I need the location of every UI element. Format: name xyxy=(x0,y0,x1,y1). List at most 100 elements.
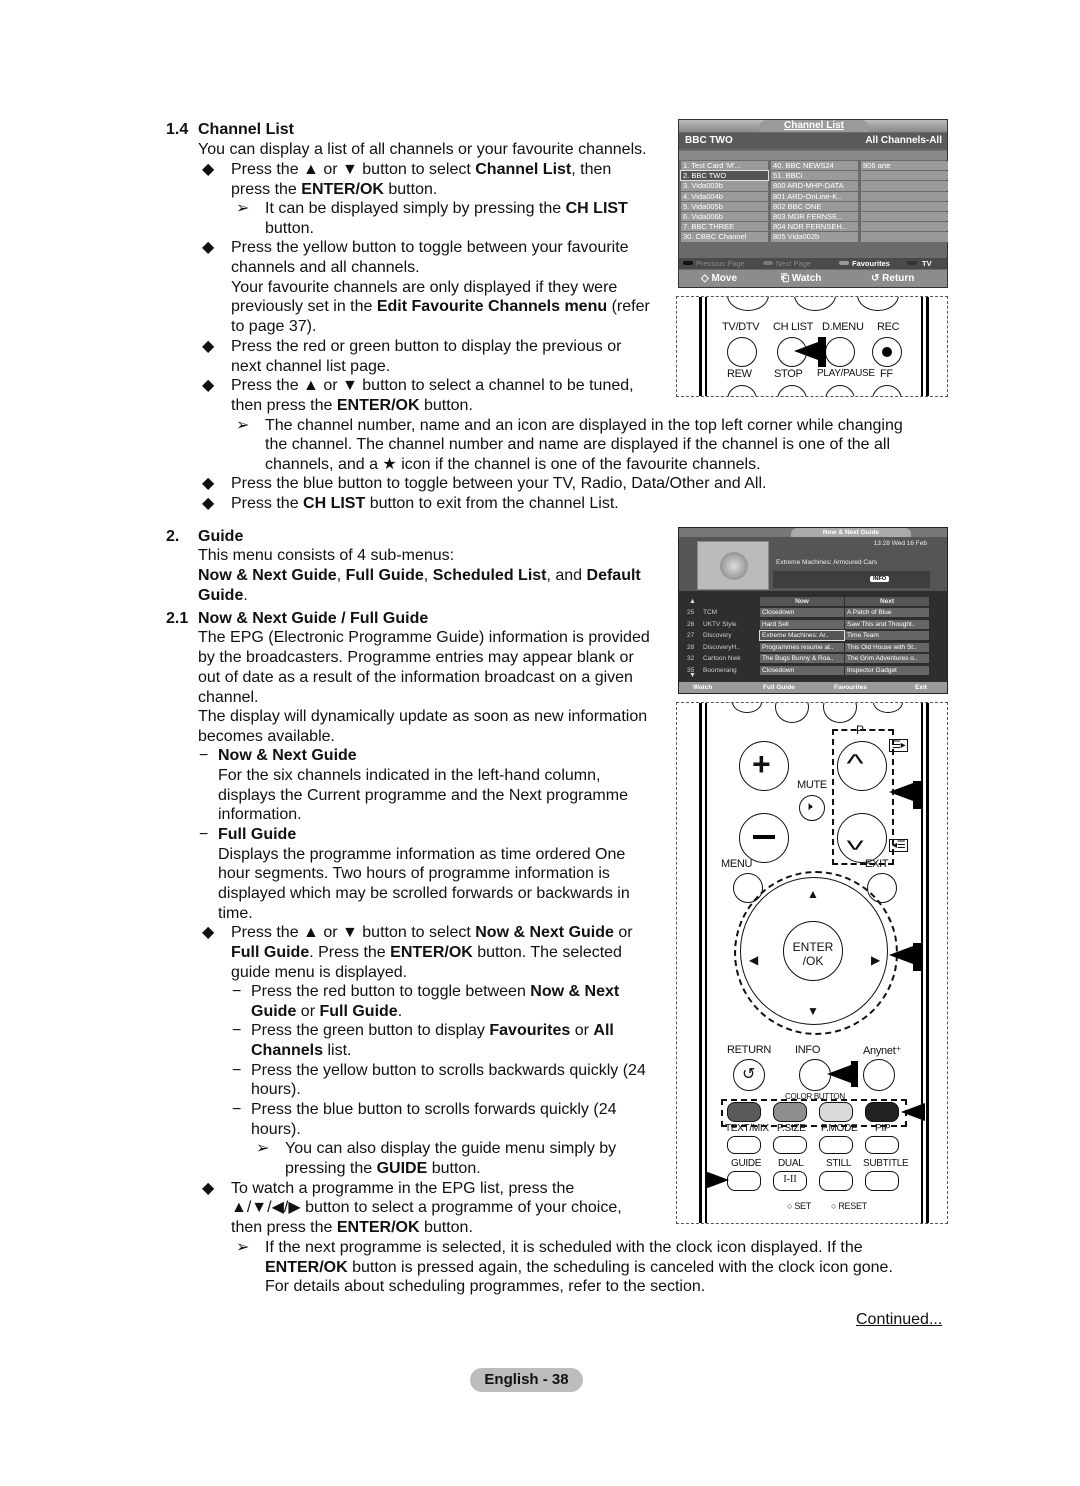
section-number: 2. xyxy=(166,528,180,545)
now-programme[interactable]: Closedown xyxy=(760,608,844,617)
current-channel: BBC TWO xyxy=(685,135,733,146)
channel-up-button[interactable]: ^ xyxy=(837,741,887,791)
dpad-up-icon[interactable]: ▲ xyxy=(807,887,819,901)
channel-item[interactable]: 804 NDR FERNSEH.. xyxy=(771,222,858,232)
chevron-down-icon: ^ xyxy=(846,826,864,856)
scroll-up-icon[interactable]: ▲ xyxy=(689,598,696,605)
channel-item[interactable]: 5. Vida005b xyxy=(681,201,768,211)
yellow-button[interactable] xyxy=(819,1102,853,1122)
dash-bullet: − xyxy=(199,747,209,764)
epg-row[interactable]: 27 Discovery Extreme Machines: Ar.. Time Te… xyxy=(679,630,947,642)
next-programme[interactable]: The Grim Adventures o.. xyxy=(845,654,929,664)
enter-ok-button[interactable]: ENTER /OK xyxy=(783,921,843,981)
epg-row[interactable]: 26 UKTV Style Hard Sell Saw This and Though… xyxy=(679,619,947,630)
now-programme[interactable]: Extreme Machines: Ar.. xyxy=(759,630,845,642)
volume-down-button[interactable] xyxy=(739,813,789,863)
dual-button[interactable]: I-II xyxy=(773,1171,807,1191)
epg-row[interactable]: 32 Cartoon Nwk The Bugs Bunny & Roa.. The G… xyxy=(679,654,947,664)
now-programme[interactable]: The Bugs Bunny & Roa.. xyxy=(760,654,844,664)
text-mix-button[interactable] xyxy=(727,1136,761,1154)
blue-button[interactable] xyxy=(865,1102,899,1122)
next-programme[interactable]: Time Team xyxy=(845,631,929,641)
channel-item[interactable]: 7. BBC THREE xyxy=(681,222,768,232)
rew-button[interactable] xyxy=(727,385,757,396)
channel-item[interactable]: 801 ARD-OnLine-K.. xyxy=(771,191,858,201)
channel-item[interactable]: 51. BBCi xyxy=(771,171,858,181)
next-programme[interactable]: Saw This and Thought.. xyxy=(845,619,929,629)
page-down-icon[interactable]: ◂☰ xyxy=(889,839,909,852)
channel-item[interactable]: 803 MDR FERNSE.. xyxy=(771,211,858,222)
note-text: It can be displayed simply by pressing t… xyxy=(265,200,628,217)
anynet-button[interactable] xyxy=(863,1059,895,1091)
green-button[interactable] xyxy=(773,1102,807,1122)
channel-item[interactable]: 806 arte xyxy=(861,161,948,171)
tv-dtv-button[interactable] xyxy=(727,337,757,367)
dpad-left-icon[interactable]: ◀ xyxy=(749,953,758,967)
legend-previous-page: Previous Page xyxy=(696,259,745,268)
bullet-diamond-icon: ◆ xyxy=(202,924,215,941)
next-programme[interactable]: This Old House with St.. xyxy=(845,642,929,652)
epg-row[interactable]: 25 TCM Closedown A Patch of Blue xyxy=(679,608,947,618)
paragraph: displays the Current programme and the N… xyxy=(218,787,628,804)
epg-row[interactable]: 28 DiscoveryH.. Programmes resume at.. This… xyxy=(679,642,947,653)
channel-item[interactable]: 6. Vida006b xyxy=(681,211,768,222)
still-button[interactable] xyxy=(819,1171,853,1191)
return-button[interactable]: ↺ xyxy=(733,1059,765,1091)
p-size-button[interactable] xyxy=(773,1136,807,1154)
mute-button[interactable]: 🕨 xyxy=(799,795,825,821)
channel-item[interactable]: 40. BBC NEWS24 xyxy=(771,161,858,171)
dpad-right-icon[interactable]: ▶ xyxy=(871,953,880,967)
paragraph: displayed which may be scrolled forwards… xyxy=(218,885,630,902)
watch-hint: Watch xyxy=(693,684,713,691)
watch-hint: ⎗ Watch xyxy=(781,273,822,284)
channel-item[interactable]: 802 BBC ONE xyxy=(771,201,858,211)
next-programme[interactable]: Inspector Gadget xyxy=(845,666,929,675)
now-programme[interactable]: Closedown xyxy=(760,666,844,675)
ff-button[interactable] xyxy=(873,703,903,713)
stop-button[interactable] xyxy=(775,703,809,723)
channel-item[interactable]: 30. CBBC Channel xyxy=(681,232,768,242)
rec-button[interactable] xyxy=(872,337,902,367)
color-key-legend: Previous Page Next Page Favourites TV xyxy=(679,258,947,269)
dual-icon: I-II xyxy=(783,1174,797,1185)
remote-button[interactable] xyxy=(727,297,769,311)
volume-up-button[interactable]: + xyxy=(739,741,789,791)
rew-button[interactable] xyxy=(732,703,762,713)
epg-row[interactable]: 35 Boomerang Closedown Inspector Gadget xyxy=(679,666,947,676)
channel-item[interactable]: 3. Vida003b xyxy=(681,181,768,191)
channel-item[interactable]: 805 Vida002b xyxy=(771,232,858,242)
page-up-icon[interactable]: ☰▸ xyxy=(889,739,909,752)
p-mode-button[interactable] xyxy=(819,1136,853,1154)
page-number-badge: English - 38 xyxy=(470,1368,583,1392)
paragraph: channel. xyxy=(198,689,259,706)
stop-button[interactable] xyxy=(777,385,807,396)
note-text: If the next programme is selected, it is… xyxy=(265,1239,863,1256)
move-hint: ◇ Move xyxy=(701,273,738,284)
play-pause-button[interactable] xyxy=(825,385,855,396)
channel-item[interactable]: 4. Vida004b xyxy=(681,191,768,201)
red-button[interactable] xyxy=(727,1102,761,1122)
remote-button[interactable] xyxy=(857,297,899,311)
bullet-text: Press the ▲ or ▼ button to select Now & … xyxy=(231,924,633,941)
remote-button[interactable] xyxy=(794,297,836,311)
reset-button[interactable]: ○ RESET xyxy=(831,1201,867,1211)
d-menu-button[interactable] xyxy=(825,337,855,367)
channel-column-3: 806 arte xyxy=(861,161,948,243)
channel-item-selected[interactable]: 2. BBC TWO xyxy=(680,170,769,182)
now-programme[interactable]: Hard Sell xyxy=(760,619,844,629)
set-button[interactable]: ○ SET xyxy=(787,1201,811,1211)
label-tv-dtv: TV/DTV xyxy=(722,321,760,333)
dpad-down-icon[interactable]: ▼ xyxy=(807,1004,819,1018)
guide-button[interactable] xyxy=(727,1171,761,1191)
subtitle-button[interactable] xyxy=(865,1171,899,1191)
channel-item[interactable]: 800 ARD-MHP-DATA xyxy=(771,181,858,191)
next-programme[interactable]: A Patch of Blue xyxy=(845,608,929,617)
section-title: Now & Next Guide / Full Guide xyxy=(198,610,429,627)
now-programme[interactable]: Programmes resume at.. xyxy=(760,642,844,652)
ff-button[interactable] xyxy=(872,385,902,396)
scroll-down-icon[interactable]: ▼ xyxy=(689,672,696,679)
pip-button[interactable] xyxy=(865,1136,899,1154)
play-pause-button[interactable] xyxy=(823,703,857,723)
channel-down-button[interactable]: ^ xyxy=(837,813,887,863)
channel-item[interactable]: 1. Test Card 'M'... xyxy=(681,161,768,171)
